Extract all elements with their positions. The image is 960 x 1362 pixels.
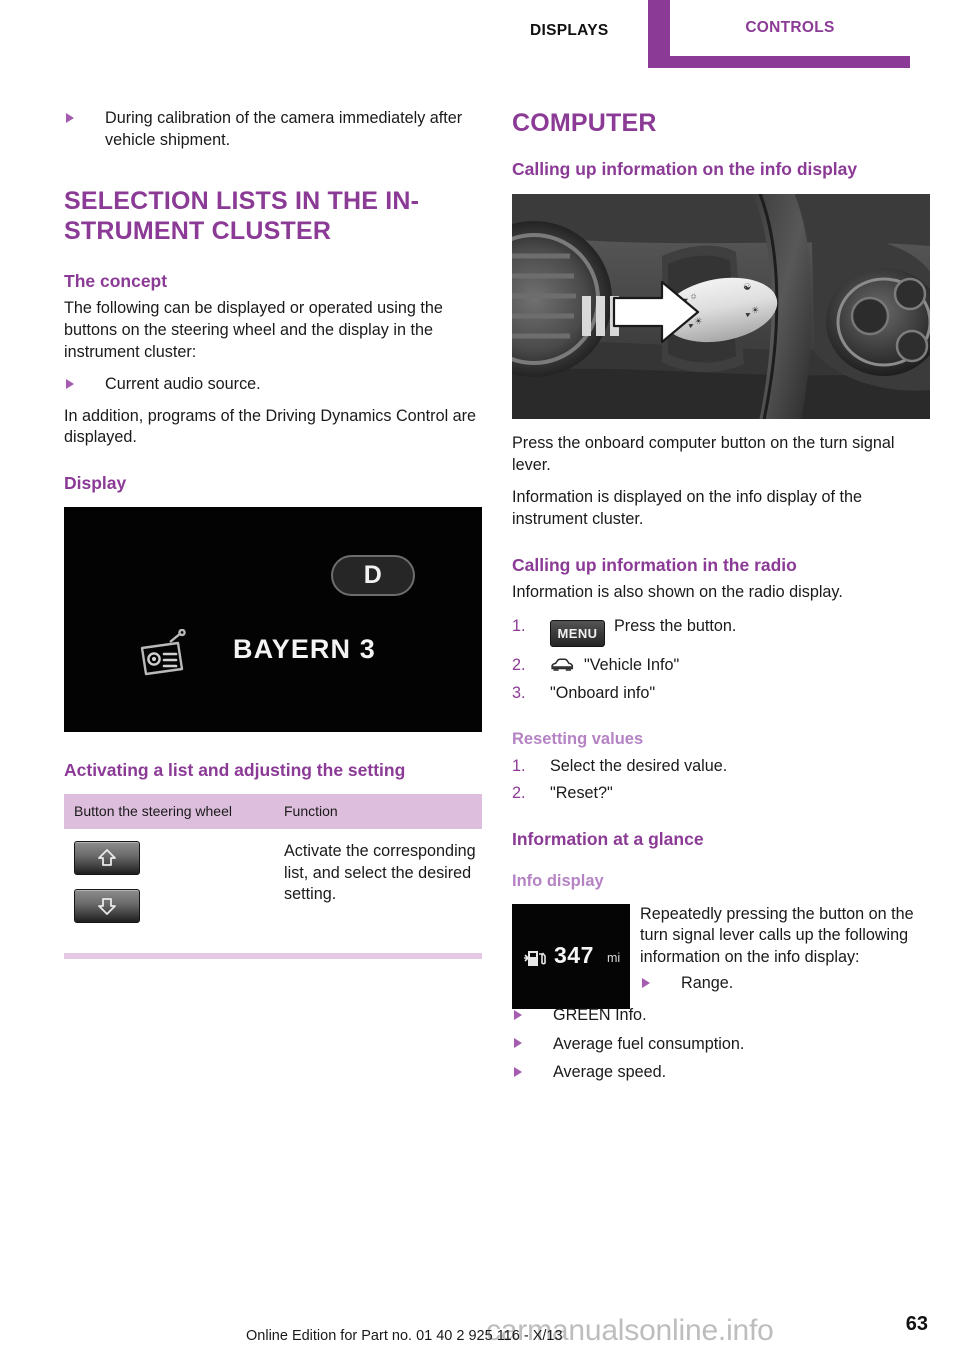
turn-signal-lever-photo: ▸ ☼ ▸ ☀ ☯ ▸ ☀ (512, 194, 930, 420)
page-footer: carmanualsonline.info Online Edition for… (0, 1302, 960, 1362)
arrow-up-button[interactable] (74, 840, 140, 875)
triangle-bullet-icon (514, 1038, 522, 1049)
list-item: 2. "Reset?" (512, 783, 930, 805)
arrow-up-icon (98, 848, 116, 866)
step-number: 3. (512, 684, 526, 703)
list-item-text: Current audio source. (105, 374, 261, 393)
fuel-pump-icon (524, 950, 546, 966)
list-item: GREEN Info. (512, 1005, 930, 1027)
triangle-bullet-icon (514, 1067, 522, 1078)
glance-bullets: GREEN Info. Average fuel consumption. Av… (512, 1005, 930, 1084)
step-number: 1. (512, 756, 526, 775)
table-cell-function: Activate the corre­sponding list, and se… (274, 828, 482, 959)
page-header: DISPLAYS CONTROLS (0, 0, 960, 76)
right-column: COMPUTER Calling up information on the i… (512, 108, 930, 1084)
concept-paragraph-2: In addition, programs of the Driving Dyn… (64, 406, 477, 447)
heading-activating-list: Activating a list and adjusting the sett… (64, 760, 406, 780)
range-value: 347 (554, 941, 594, 968)
step-number: 1. (512, 617, 526, 636)
resetting-steps-list: 1. Select the desired value. 2. "Reset?" (512, 756, 930, 806)
glance-inline-bullets: Range. (640, 973, 930, 995)
glance-paragraph: Repeatedly pressing the button on the tu… (640, 904, 914, 967)
info-display-block: 347 mi Repeatedly pressing the button on… (512, 903, 930, 1009)
heading-resetting-values: Resetting values (512, 729, 644, 748)
list-item: Average fuel consumption. (512, 1034, 930, 1056)
tab-controls-label: CONTROLS (745, 19, 835, 36)
step-number: 2. (512, 784, 526, 803)
gear-badge: D (331, 555, 415, 596)
heading-info-at-a-glance: Information at a glance (512, 829, 704, 850)
concept-paragraph: The following can be displayed or operat… (64, 299, 443, 361)
range-unit: mi (607, 950, 621, 965)
table-header-row: Button the steering wheel Function (64, 793, 482, 829)
menu-button-icon[interactable]: MENU (550, 620, 605, 648)
arrow-down-icon (98, 897, 116, 915)
left-column: During calibration of the camera immedi­… (64, 108, 482, 959)
list-item-text: Average fuel consumption. (553, 1034, 745, 1053)
radio-paragraph: Information is also shown on the radio d… (512, 583, 843, 602)
list-item: Average speed. (512, 1062, 930, 1084)
heading-radio-info: Calling up information in the radio (512, 554, 797, 575)
step-number: 2. (512, 656, 526, 675)
menu-button-label: MENU (557, 626, 598, 642)
list-item: Current audio source. (64, 374, 482, 396)
list-item-text: Average speed. (553, 1063, 667, 1082)
info-display-paragraph: Information is displayed on the info dis… (512, 487, 863, 528)
concept-bullets: Current audio source. (64, 374, 482, 396)
page-title: SELECTION LISTS IN THE IN-STRUMENT CLUST… (64, 186, 420, 246)
tab-controls[interactable]: CONTROLS (648, 0, 910, 68)
page-number: 63 (905, 1313, 928, 1335)
lever-instruction-paragraph: Press the onboard computer button on the… (512, 434, 895, 475)
triangle-bullet-icon (514, 1009, 522, 1020)
step-text: "Onboard info" (550, 684, 656, 703)
steering-wheel-button-table: Button the steering wheel Function Activ… (64, 793, 482, 959)
list-item: 1. MENU Press the button. (512, 616, 930, 648)
heading-info-display-sub: Info display (512, 872, 604, 891)
car-icon (551, 658, 574, 672)
step-text: "Vehicle Info" (584, 656, 680, 675)
footer-edition-note: Online Edition for Part no. 01 40 2 925 … (246, 1328, 563, 1344)
instrument-cluster-display-image: D BAYERN 3 (64, 507, 482, 732)
tab-displays[interactable]: DISPLAYS (530, 22, 609, 40)
triangle-bullet-icon (66, 112, 74, 123)
list-item: 1. Select the desired value. (512, 756, 930, 778)
lever-photo-illustration: ▸ ☼ ▸ ☀ ☯ ▸ ☀ (512, 194, 930, 420)
table-cell-buttons (64, 828, 274, 959)
list-item-text: GREEN Info. (553, 1005, 647, 1024)
table-header-button: Button the steering wheel (64, 793, 274, 829)
table-header-function: Function (274, 793, 482, 829)
list-item: 3. "Onboard info" (512, 683, 930, 705)
tab-controls-inner: CONTROLS (670, 0, 910, 56)
list-item: Range. (640, 973, 930, 995)
heading-info-display: Calling up information on the info displ… (512, 158, 858, 179)
arrow-down-button[interactable] (74, 888, 140, 923)
step-text: Press the button. (614, 617, 737, 636)
step-text: Select the desired value. (550, 756, 728, 775)
gear-badge-label: D (363, 561, 383, 589)
heading-the-concept: The concept (64, 270, 168, 291)
table-row: Activate the corre­sponding list, and se… (64, 828, 482, 959)
triangle-bullet-icon (642, 977, 650, 988)
info-display-text: Repeatedly pressing the button on the tu… (640, 904, 930, 995)
list-item-text: Range. (681, 974, 734, 992)
triangle-bullet-icon (66, 378, 74, 389)
camera-calibration-bullets: During calibration of the camera immedi­… (64, 108, 482, 152)
radio-steps-list: 1. MENU Press the button. 2. "Vehicle In… (512, 616, 930, 705)
list-item: During calibration of the camera immedi­… (64, 108, 482, 152)
station-name: BAYERN 3 (233, 634, 376, 664)
heading-display: Display (64, 473, 127, 494)
list-item: 2. "Vehicle Info" (512, 655, 930, 677)
section-title-computer: COMPUTER (512, 109, 657, 137)
radio-icon (140, 629, 186, 676)
list-item-text: During calibration of the camera immedi­… (105, 109, 463, 149)
info-display-image: 347 mi (512, 903, 630, 1009)
step-text: "Reset?" (550, 784, 613, 803)
